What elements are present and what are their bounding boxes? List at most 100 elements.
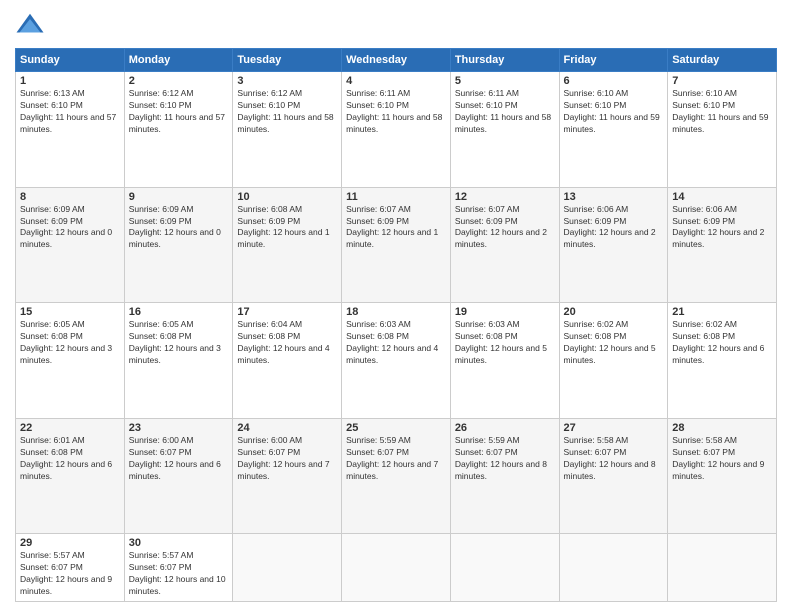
calendar-cell: 11Sunrise: 6:07 AMSunset: 6:09 PMDayligh…: [342, 187, 451, 303]
day-info: Sunrise: 5:57 AMSunset: 6:07 PMDaylight:…: [129, 550, 229, 598]
calendar-cell: 5Sunrise: 6:11 AMSunset: 6:10 PMDaylight…: [450, 72, 559, 188]
day-info: Sunrise: 6:03 AMSunset: 6:08 PMDaylight:…: [455, 319, 555, 367]
calendar-cell: [668, 534, 777, 602]
calendar-cell: 4Sunrise: 6:11 AMSunset: 6:10 PMDaylight…: [342, 72, 451, 188]
calendar-week-4: 22Sunrise: 6:01 AMSunset: 6:08 PMDayligh…: [16, 418, 777, 534]
calendar-cell: [233, 534, 342, 602]
calendar-cell: [342, 534, 451, 602]
calendar-cell: 26Sunrise: 5:59 AMSunset: 6:07 PMDayligh…: [450, 418, 559, 534]
day-info: Sunrise: 6:00 AMSunset: 6:07 PMDaylight:…: [129, 435, 229, 483]
calendar-cell: 28Sunrise: 5:58 AMSunset: 6:07 PMDayligh…: [668, 418, 777, 534]
day-info: Sunrise: 6:11 AMSunset: 6:10 PMDaylight:…: [455, 88, 555, 136]
calendar-cell: 20Sunrise: 6:02 AMSunset: 6:08 PMDayligh…: [559, 303, 668, 419]
day-info: Sunrise: 6:08 AMSunset: 6:09 PMDaylight:…: [237, 204, 337, 252]
day-number: 24: [237, 422, 337, 434]
day-info: Sunrise: 5:58 AMSunset: 6:07 PMDaylight:…: [672, 435, 772, 483]
calendar-cell: 25Sunrise: 5:59 AMSunset: 6:07 PMDayligh…: [342, 418, 451, 534]
weekday-header-sunday: Sunday: [16, 49, 125, 72]
calendar-cell: 7Sunrise: 6:10 AMSunset: 6:10 PMDaylight…: [668, 72, 777, 188]
day-number: 8: [20, 191, 120, 203]
day-info: Sunrise: 6:03 AMSunset: 6:08 PMDaylight:…: [346, 319, 446, 367]
day-number: 30: [129, 537, 229, 549]
calendar-cell: 22Sunrise: 6:01 AMSunset: 6:08 PMDayligh…: [16, 418, 125, 534]
day-number: 12: [455, 191, 555, 203]
calendar-week-5: 29Sunrise: 5:57 AMSunset: 6:07 PMDayligh…: [16, 534, 777, 602]
day-number: 15: [20, 306, 120, 318]
weekday-header-tuesday: Tuesday: [233, 49, 342, 72]
day-number: 11: [346, 191, 446, 203]
calendar-cell: 23Sunrise: 6:00 AMSunset: 6:07 PMDayligh…: [124, 418, 233, 534]
calendar-cell: 17Sunrise: 6:04 AMSunset: 6:08 PMDayligh…: [233, 303, 342, 419]
day-info: Sunrise: 6:09 AMSunset: 6:09 PMDaylight:…: [20, 204, 120, 252]
day-number: 9: [129, 191, 229, 203]
day-info: Sunrise: 6:13 AMSunset: 6:10 PMDaylight:…: [20, 88, 120, 136]
day-info: Sunrise: 6:05 AMSunset: 6:08 PMDaylight:…: [20, 319, 120, 367]
calendar-cell: 9Sunrise: 6:09 AMSunset: 6:09 PMDaylight…: [124, 187, 233, 303]
calendar-cell: 3Sunrise: 6:12 AMSunset: 6:10 PMDaylight…: [233, 72, 342, 188]
day-info: Sunrise: 6:12 AMSunset: 6:10 PMDaylight:…: [237, 88, 337, 136]
header: [15, 10, 777, 40]
calendar-cell: 30Sunrise: 5:57 AMSunset: 6:07 PMDayligh…: [124, 534, 233, 602]
day-info: Sunrise: 6:05 AMSunset: 6:08 PMDaylight:…: [129, 319, 229, 367]
calendar-cell: 12Sunrise: 6:07 AMSunset: 6:09 PMDayligh…: [450, 187, 559, 303]
day-info: Sunrise: 6:10 AMSunset: 6:10 PMDaylight:…: [564, 88, 664, 136]
day-info: Sunrise: 6:12 AMSunset: 6:10 PMDaylight:…: [129, 88, 229, 136]
day-info: Sunrise: 6:07 AMSunset: 6:09 PMDaylight:…: [346, 204, 446, 252]
weekday-header-monday: Monday: [124, 49, 233, 72]
day-number: 20: [564, 306, 664, 318]
calendar-cell: [559, 534, 668, 602]
weekday-header-row: SundayMondayTuesdayWednesdayThursdayFrid…: [16, 49, 777, 72]
calendar-cell: 8Sunrise: 6:09 AMSunset: 6:09 PMDaylight…: [16, 187, 125, 303]
logo: [15, 10, 49, 40]
calendar: SundayMondayTuesdayWednesdayThursdayFrid…: [15, 48, 777, 602]
weekday-header-saturday: Saturday: [668, 49, 777, 72]
day-number: 1: [20, 75, 120, 87]
calendar-cell: [450, 534, 559, 602]
calendar-cell: 2Sunrise: 6:12 AMSunset: 6:10 PMDaylight…: [124, 72, 233, 188]
calendar-week-2: 8Sunrise: 6:09 AMSunset: 6:09 PMDaylight…: [16, 187, 777, 303]
day-number: 18: [346, 306, 446, 318]
day-info: Sunrise: 6:11 AMSunset: 6:10 PMDaylight:…: [346, 88, 446, 136]
calendar-week-3: 15Sunrise: 6:05 AMSunset: 6:08 PMDayligh…: [16, 303, 777, 419]
page: SundayMondayTuesdayWednesdayThursdayFrid…: [0, 0, 792, 612]
day-info: Sunrise: 5:57 AMSunset: 6:07 PMDaylight:…: [20, 550, 120, 598]
weekday-header-friday: Friday: [559, 49, 668, 72]
calendar-cell: 1Sunrise: 6:13 AMSunset: 6:10 PMDaylight…: [16, 72, 125, 188]
day-info: Sunrise: 6:02 AMSunset: 6:08 PMDaylight:…: [564, 319, 664, 367]
day-number: 10: [237, 191, 337, 203]
day-info: Sunrise: 6:09 AMSunset: 6:09 PMDaylight:…: [129, 204, 229, 252]
weekday-header-thursday: Thursday: [450, 49, 559, 72]
day-number: 26: [455, 422, 555, 434]
calendar-cell: 24Sunrise: 6:00 AMSunset: 6:07 PMDayligh…: [233, 418, 342, 534]
weekday-header-wednesday: Wednesday: [342, 49, 451, 72]
day-number: 22: [20, 422, 120, 434]
day-number: 19: [455, 306, 555, 318]
day-number: 13: [564, 191, 664, 203]
day-info: Sunrise: 6:06 AMSunset: 6:09 PMDaylight:…: [564, 204, 664, 252]
day-number: 17: [237, 306, 337, 318]
calendar-cell: 27Sunrise: 5:58 AMSunset: 6:07 PMDayligh…: [559, 418, 668, 534]
day-number: 4: [346, 75, 446, 87]
calendar-cell: 14Sunrise: 6:06 AMSunset: 6:09 PMDayligh…: [668, 187, 777, 303]
day-info: Sunrise: 6:04 AMSunset: 6:08 PMDaylight:…: [237, 319, 337, 367]
day-number: 14: [672, 191, 772, 203]
day-number: 27: [564, 422, 664, 434]
day-info: Sunrise: 6:10 AMSunset: 6:10 PMDaylight:…: [672, 88, 772, 136]
day-number: 25: [346, 422, 446, 434]
day-number: 28: [672, 422, 772, 434]
calendar-cell: 15Sunrise: 6:05 AMSunset: 6:08 PMDayligh…: [16, 303, 125, 419]
day-number: 7: [672, 75, 772, 87]
day-info: Sunrise: 5:59 AMSunset: 6:07 PMDaylight:…: [455, 435, 555, 483]
day-info: Sunrise: 6:06 AMSunset: 6:09 PMDaylight:…: [672, 204, 772, 252]
day-number: 2: [129, 75, 229, 87]
day-number: 3: [237, 75, 337, 87]
calendar-cell: 21Sunrise: 6:02 AMSunset: 6:08 PMDayligh…: [668, 303, 777, 419]
calendar-cell: 13Sunrise: 6:06 AMSunset: 6:09 PMDayligh…: [559, 187, 668, 303]
calendar-cell: 29Sunrise: 5:57 AMSunset: 6:07 PMDayligh…: [16, 534, 125, 602]
day-info: Sunrise: 6:07 AMSunset: 6:09 PMDaylight:…: [455, 204, 555, 252]
calendar-cell: 18Sunrise: 6:03 AMSunset: 6:08 PMDayligh…: [342, 303, 451, 419]
logo-icon: [15, 10, 45, 40]
day-number: 5: [455, 75, 555, 87]
day-number: 16: [129, 306, 229, 318]
calendar-week-1: 1Sunrise: 6:13 AMSunset: 6:10 PMDaylight…: [16, 72, 777, 188]
